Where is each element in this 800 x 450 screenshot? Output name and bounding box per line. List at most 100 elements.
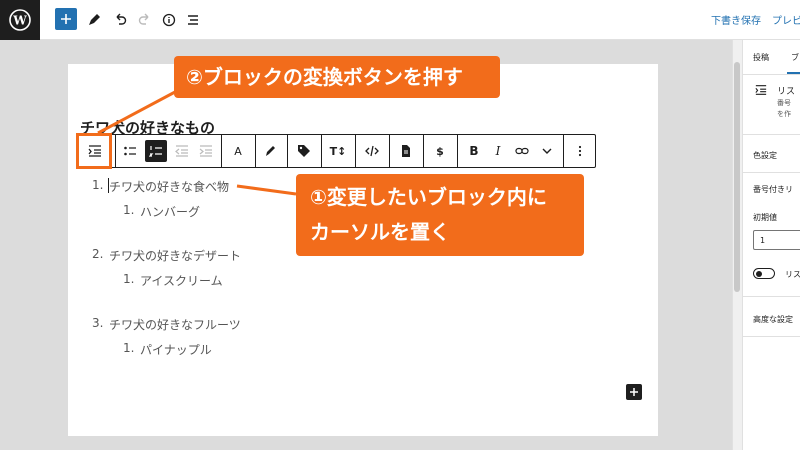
start-value-label: 初期値 xyxy=(753,213,777,222)
undo-button[interactable] xyxy=(108,8,132,32)
canvas-scrollbar-thumb[interactable] xyxy=(734,62,740,292)
numbered-list-icon xyxy=(149,146,162,157)
toolbar-divider xyxy=(355,135,356,167)
transform-button-highlight xyxy=(76,133,112,169)
divider xyxy=(743,336,800,337)
toolbar-divider xyxy=(115,135,116,167)
redo-button[interactable] xyxy=(133,8,157,32)
callout-step-1-line2: カーソルを置く xyxy=(310,220,450,244)
typography-label: T↕ xyxy=(329,144,347,158)
italic-button[interactable]: I xyxy=(485,135,511,167)
bullet-list-icon xyxy=(124,146,136,156)
preview-button[interactable]: プレビ xyxy=(772,12,800,27)
tag-icon xyxy=(298,145,310,157)
chevron-down-icon xyxy=(542,148,552,154)
block-toolbar: A T↕ $ B I xyxy=(76,134,596,168)
plus-icon xyxy=(61,14,71,24)
divider xyxy=(743,134,800,135)
divider xyxy=(743,74,800,75)
tab-block[interactable]: ブ xyxy=(791,52,799,63)
toolbar-divider xyxy=(255,135,256,167)
add-block-button[interactable] xyxy=(55,8,77,30)
divider xyxy=(743,172,800,173)
block-options-button[interactable] xyxy=(567,135,593,167)
document-button[interactable] xyxy=(393,135,419,167)
reverse-order-toggle[interactable] xyxy=(753,268,775,279)
sub-list-item[interactable]: パイナップル xyxy=(140,341,212,358)
marker-icon xyxy=(266,146,275,156)
divider xyxy=(743,296,800,297)
start-value-text: 1 xyxy=(760,236,766,245)
bold-button[interactable]: B xyxy=(461,135,487,167)
block-card-desc: 番号 xyxy=(777,99,791,107)
link-icon xyxy=(515,147,529,155)
bold-label: B xyxy=(469,144,479,158)
toolbar-divider xyxy=(457,135,458,167)
typography-button[interactable]: T↕ xyxy=(325,135,351,167)
unordered-list-button[interactable] xyxy=(117,135,143,167)
callout-step-1-line1: ①変更したいブロック内に xyxy=(310,185,547,209)
more-vertical-icon xyxy=(578,145,582,157)
toolbar-divider xyxy=(423,135,424,167)
list-item-number: 1. xyxy=(92,178,104,192)
toolbar-divider xyxy=(563,135,564,167)
indent-icon xyxy=(199,145,212,157)
document-icon xyxy=(402,145,410,157)
edit-tool-button[interactable] xyxy=(82,8,106,32)
list-item[interactable]: チワ犬の好きなデザート xyxy=(109,247,241,264)
code-button[interactable] xyxy=(359,135,385,167)
toggle-knob xyxy=(756,270,762,277)
indent-button[interactable] xyxy=(193,135,219,167)
block-card-desc: を作 xyxy=(777,110,791,118)
list-item[interactable]: チワ犬の好きな食べ物 xyxy=(109,178,229,195)
code-icon xyxy=(365,145,379,157)
start-value-input[interactable]: 1 xyxy=(753,230,800,250)
redo-icon xyxy=(138,13,149,25)
save-draft-button[interactable]: 下書き保存 xyxy=(711,12,761,27)
svg-text:W: W xyxy=(12,14,27,28)
list-view-icon xyxy=(188,15,198,25)
sub-list-item[interactable]: アイスクリーム xyxy=(140,272,223,289)
list-item-number: 2. xyxy=(92,247,104,261)
callout-step-2: ②ブロックの変換ボタンを押す xyxy=(174,56,500,98)
sub-list-item-number: 1. xyxy=(123,272,135,286)
more-formats-button[interactable] xyxy=(534,135,560,167)
list-item-number: 3. xyxy=(92,316,104,330)
toolbar-divider xyxy=(389,135,390,167)
advanced-settings-toggle[interactable]: 高度な設定 xyxy=(753,314,793,325)
wordpress-logo-icon[interactable]: W xyxy=(0,0,40,40)
details-button[interactable] xyxy=(157,8,181,32)
reverse-order-label: リス xyxy=(785,270,800,279)
settings-sidebar: 投稿 ブ リス 番号 を作 色設定 番号付きリ 初期値 1 リス 高度な設定 xyxy=(742,40,800,450)
outdent-button[interactable] xyxy=(169,135,195,167)
add-block-inline-button[interactable] xyxy=(626,384,642,400)
sub-list-item-number: 1. xyxy=(123,341,135,355)
italic-label: I xyxy=(495,144,501,158)
info-icon xyxy=(162,13,176,27)
color-settings-panel-toggle[interactable]: 色設定 xyxy=(753,150,777,161)
text-cursor xyxy=(108,178,109,193)
tag-button[interactable] xyxy=(291,135,317,167)
tab-post[interactable]: 投稿 xyxy=(753,52,769,63)
undo-icon xyxy=(116,13,127,25)
plus-icon xyxy=(630,388,638,396)
currency-button[interactable]: $ xyxy=(427,135,453,167)
toolbar-divider xyxy=(221,135,222,167)
list-item[interactable]: チワ犬の好きなフルーツ xyxy=(109,316,241,333)
sub-list-item[interactable]: ハンバーグ xyxy=(140,203,200,220)
editor-topbar: W 下書き保存 プレビ xyxy=(0,0,800,40)
callout-step-1: ①変更したいブロック内に カーソルを置く xyxy=(296,174,584,256)
text-color-button[interactable]: A xyxy=(225,135,251,167)
sub-list-item-number: 1. xyxy=(123,203,135,217)
text-color-label: A xyxy=(234,144,242,158)
link-button[interactable] xyxy=(509,135,535,167)
pencil-icon xyxy=(89,14,100,25)
toolbar-divider xyxy=(321,135,322,167)
list-block-icon xyxy=(755,85,767,95)
block-card-title: リス xyxy=(777,87,796,97)
list-view-button[interactable] xyxy=(181,8,205,32)
ordered-list-button[interactable] xyxy=(145,140,167,162)
toolbar-divider xyxy=(287,135,288,167)
numbered-list-settings-title[interactable]: 番号付きリ xyxy=(753,184,793,195)
highlight-button[interactable] xyxy=(257,135,283,167)
